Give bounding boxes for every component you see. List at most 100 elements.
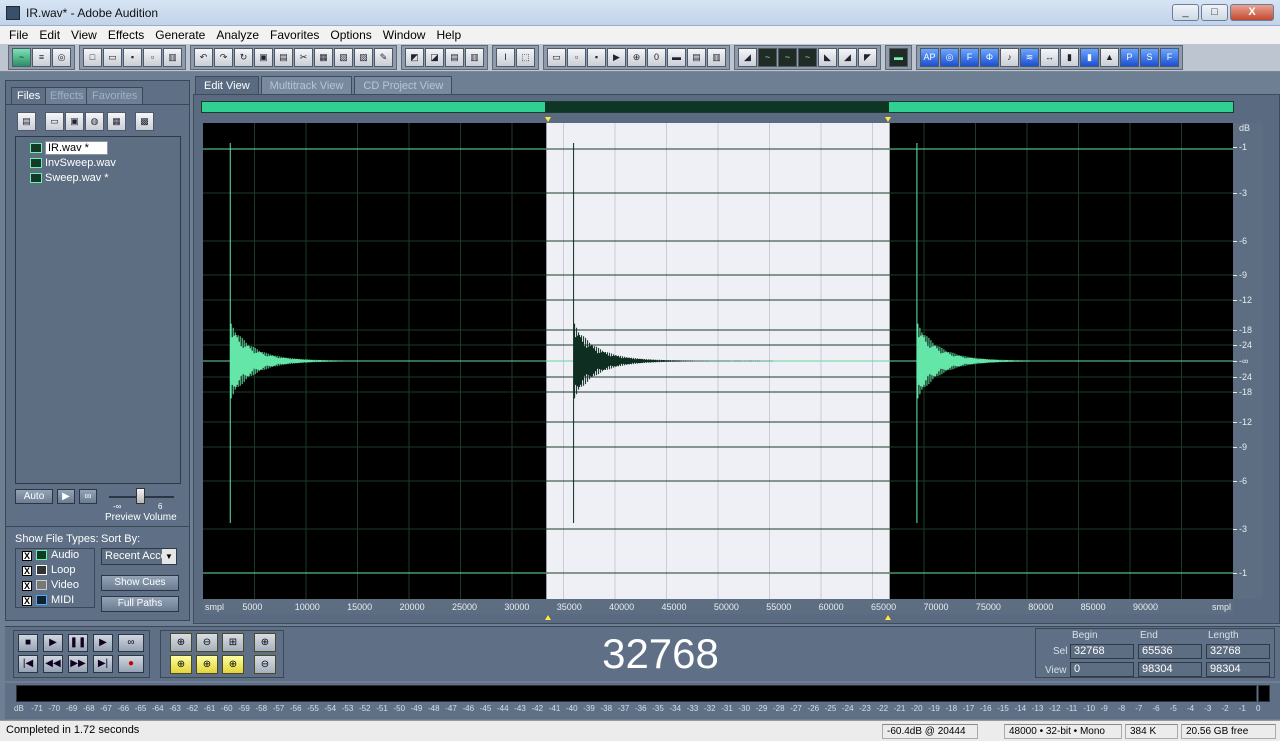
selection-start-marker[interactable] — [545, 117, 551, 122]
zoom-in-vertical-icon[interactable]: ⊕ — [254, 633, 276, 652]
tab-cd-project-view[interactable]: CD Project View — [354, 76, 453, 94]
time-selection-tool-icon[interactable]: I — [496, 48, 515, 67]
zoom-out-vertical-icon[interactable]: ⊖ — [254, 655, 276, 674]
menu-edit[interactable]: Edit — [39, 28, 60, 42]
full-paths-button[interactable]: Full Paths — [101, 596, 179, 612]
flip-icon[interactable]: F — [1160, 48, 1179, 67]
stop-button[interactable]: ■ — [18, 634, 38, 652]
envelope-icon[interactable]: ◣ — [818, 48, 837, 67]
menu-analyze[interactable]: Analyze — [216, 28, 259, 42]
sort-by-select[interactable]: Recent Acce ▼ — [101, 548, 177, 565]
play-preview-button[interactable]: ▶ — [57, 489, 75, 504]
menu-effects[interactable]: Effects — [108, 28, 144, 42]
midi-checkbox[interactable]: X — [22, 596, 32, 606]
tab-multitrack-view[interactable]: Multitrack View — [260, 76, 353, 94]
list-item[interactable]: InvSweep.wav — [30, 156, 116, 170]
phase-icon[interactable]: Φ — [980, 48, 999, 67]
menu-window[interactable]: Window — [383, 28, 426, 42]
cd-tool-icon[interactable]: ◎ — [52, 48, 71, 67]
play-to-end-button[interactable]: ▶ — [93, 634, 113, 652]
trim-icon[interactable]: ✎ — [374, 48, 393, 67]
waveform-display[interactable] — [203, 123, 1233, 599]
selection-end-marker[interactable] — [885, 117, 891, 122]
copy-icon[interactable]: ▣ — [254, 48, 273, 67]
filter-icon[interactable]: F — [960, 48, 979, 67]
zoom-right-icon[interactable]: ⊕ — [222, 655, 244, 674]
normalize-icon[interactable]: ◤ — [858, 48, 877, 67]
paste-icon[interactable]: ▦ — [314, 48, 333, 67]
loop-preview-button[interactable]: ∞ — [79, 489, 97, 504]
preview-volume-slider[interactable] — [136, 488, 145, 504]
maximize-button[interactable]: □ — [1201, 4, 1228, 21]
cue-list-icon[interactable]: ▤ — [445, 48, 464, 67]
open-file-icon[interactable]: ▤ — [17, 112, 36, 131]
mix-paste-icon[interactable]: ▨ — [354, 48, 373, 67]
save-icon[interactable]: ▪ — [123, 48, 142, 67]
ap-icon[interactable]: AP — [920, 48, 939, 67]
fade-icon[interactable]: ◢ — [838, 48, 857, 67]
transport-window-icon[interactable]: ▶ — [607, 48, 626, 67]
vocoder-icon[interactable]: ▮ — [1060, 48, 1079, 67]
reverb-icon[interactable]: ≋ — [1020, 48, 1039, 67]
view-length-field[interactable]: 98304 — [1206, 662, 1270, 677]
sel-end-field[interactable]: 65536 — [1138, 644, 1202, 659]
menu-help[interactable]: Help — [436, 28, 461, 42]
sweep-icon[interactable]: ▮ — [1080, 48, 1099, 67]
zoom-to-selection-icon[interactable]: ⊕ — [170, 655, 192, 674]
selection-start-marker-bottom[interactable] — [545, 615, 551, 620]
tab-favorites[interactable]: Favorites — [86, 87, 144, 104]
graphic-eq-icon[interactable]: ▬ — [889, 48, 908, 67]
new-file-icon[interactable]: □ — [83, 48, 102, 67]
display-time-icon[interactable]: 0 — [647, 48, 666, 67]
import-icon[interactable]: ▭ — [45, 112, 64, 131]
sel-begin-field[interactable]: 32768 — [1070, 644, 1134, 659]
mixer-icon[interactable]: ▥ — [707, 48, 726, 67]
edit-view-tool-icon[interactable]: ~ — [12, 48, 31, 67]
zoom-in-icon[interactable]: ⊕ — [170, 633, 192, 652]
edit-file-icon[interactable]: ▩ — [135, 112, 154, 131]
selection-end-marker-bottom[interactable] — [885, 615, 891, 620]
play-file-icon[interactable]: ◍ — [85, 112, 104, 131]
stretch-icon[interactable]: ↔ — [1040, 48, 1059, 67]
time-ruler[interactable]: smpl smpl 5000 10000 15000 20000 25000 30000 3… — [203, 599, 1233, 614]
repeat-icon[interactable]: ↻ — [234, 48, 253, 67]
video-checkbox[interactable]: X — [22, 581, 32, 591]
tab-effects[interactable]: Effects — [44, 87, 90, 104]
go-to-start-button[interactable]: |◀ — [18, 655, 38, 673]
spectral-view-icon[interactable]: ◩ — [405, 48, 424, 67]
save-as-icon[interactable]: ▫ — [143, 48, 162, 67]
menu-options[interactable]: Options — [330, 28, 371, 42]
menu-favorites[interactable]: Favorites — [270, 28, 319, 42]
list-item[interactable]: IR.wav * — [30, 141, 108, 155]
close-icon[interactable]: ▣ — [65, 112, 84, 131]
close-button[interactable]: X — [1230, 4, 1274, 21]
delay-icon[interactable]: ~ — [798, 48, 817, 67]
zoom-window-icon[interactable]: ▪ — [587, 48, 606, 67]
time-display[interactable]: 32768 — [293, 631, 1028, 679]
paste-new-icon[interactable]: ▧ — [334, 48, 353, 67]
minimize-button[interactable]: _ — [1172, 4, 1199, 21]
itu-icon[interactable]: P — [1120, 48, 1139, 67]
tab-files[interactable]: Files — [11, 87, 47, 104]
info-window-icon[interactable]: ▭ — [547, 48, 566, 67]
menu-file[interactable]: File — [9, 28, 28, 42]
rewind-button[interactable]: ◀◀ — [43, 655, 63, 673]
overview-visible-range[interactable] — [545, 102, 889, 112]
app-icon[interactable] — [6, 5, 20, 20]
play-button[interactable]: ▶ — [43, 634, 63, 652]
redo-icon[interactable]: ↷ — [214, 48, 233, 67]
clip-indicator[interactable] — [1258, 685, 1270, 702]
zoom-out-icon[interactable]: ⊖ — [196, 633, 218, 652]
loop-checkbox[interactable]: X — [22, 566, 32, 576]
menu-generate[interactable]: Generate — [155, 28, 205, 42]
zoom-in-window-icon[interactable]: ⊕ — [627, 48, 646, 67]
zoom-left-icon[interactable]: ⊕ — [196, 655, 218, 674]
copy-new-icon[interactable]: ▤ — [274, 48, 293, 67]
waveform-view-icon[interactable]: ◪ — [425, 48, 444, 67]
view-begin-field[interactable]: 0 — [1070, 662, 1134, 677]
cut-icon[interactable]: ✂ — [294, 48, 313, 67]
insert-icon[interactable]: ▦ — [107, 112, 126, 131]
sel-length-field[interactable]: 32768 — [1206, 644, 1270, 659]
pause-button[interactable]: ❚❚ — [68, 634, 88, 652]
audio-checkbox[interactable]: X — [22, 551, 32, 561]
